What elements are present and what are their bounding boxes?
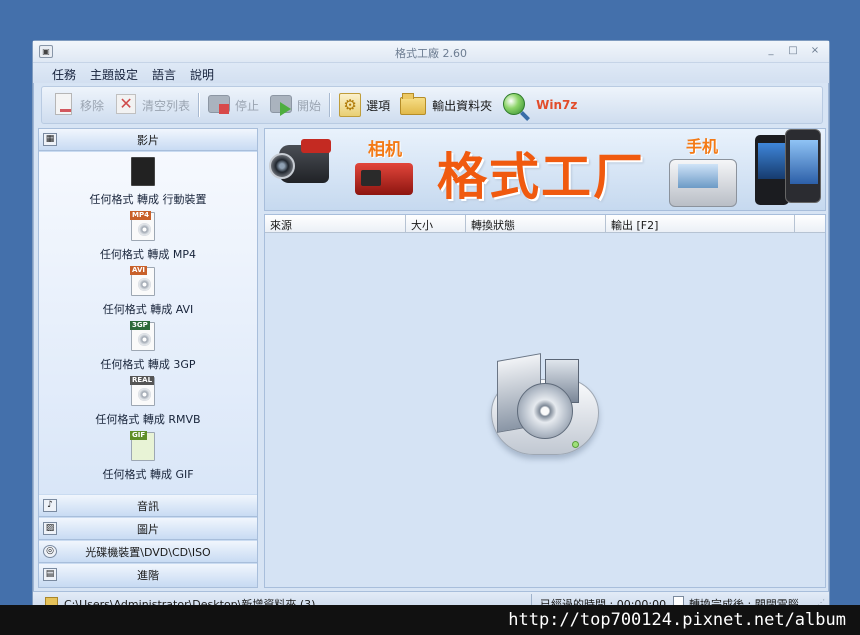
tools-icon: ▤ — [43, 568, 57, 581]
toolbar: 移除 ✕ 清空列表 停止 開始 ⚙ 選項 輸出資料夾 Win7z — [41, 86, 823, 124]
list-item-avi[interactable]: AVI 任何格式 轉成 AVI — [39, 264, 245, 319]
column-output[interactable]: 輸出 [F2] — [606, 215, 795, 233]
document-remove-icon — [52, 92, 76, 118]
toolbar-divider — [198, 93, 200, 117]
toolbar-divider — [329, 93, 331, 117]
title-bar[interactable]: ▣ 格式工廠 2.60 _ □ × — [33, 41, 829, 63]
clear-list-button[interactable]: ✕ 清空列表 — [114, 90, 190, 120]
list-item-gif[interactable]: GIF 任何格式 轉成 GIF — [39, 429, 245, 484]
list-item-mobile[interactable]: 任何格式 轉成 行動裝置 — [39, 154, 245, 209]
list-item-mp4[interactable]: MP4 任何格式 轉成 MP4 — [39, 209, 245, 264]
output-folder-button[interactable]: 輸出資料夾 — [400, 90, 492, 120]
maximize-button[interactable]: □ — [785, 43, 801, 59]
stop-label: 停止 — [235, 98, 260, 113]
menu-tasks[interactable]: 任務 — [45, 63, 83, 83]
remove-label: 移除 — [80, 98, 105, 113]
globe-search-icon — [502, 92, 532, 118]
format-factory-logo — [481, 349, 609, 465]
column-status[interactable]: 轉換狀態 — [466, 215, 606, 233]
category-image-label: 圖片 — [137, 522, 159, 536]
play-icon — [269, 92, 293, 118]
banner-phone-label: 手机 — [686, 137, 719, 156]
category-advanced[interactable]: ▤ 進階 — [39, 564, 257, 586]
category-audio-label: 音訊 — [137, 499, 159, 513]
list-item-label: 任何格式 轉成 行動裝置 — [89, 193, 207, 206]
mobile-device-icon — [131, 157, 155, 186]
banner-camera-label: 相机 — [368, 140, 402, 160]
minimize-button[interactable]: _ — [763, 43, 779, 59]
film-icon: ▦ — [43, 133, 57, 146]
3gp-file-icon: 3GP — [130, 321, 155, 351]
list-item-label: 任何格式 轉成 GIF — [102, 468, 194, 481]
task-list[interactable]: 來源 大小 轉換狀態 輸出 [F2] — [264, 214, 826, 588]
smartphone-image — [785, 129, 821, 203]
sidebar: ▦ 影片 任何格式 轉成 行動裝置 MP4 任何格式 轉成 MP4 AVI 任何… — [38, 128, 258, 588]
folder-icon — [400, 92, 428, 118]
avi-file-icon: AVI — [130, 266, 155, 296]
video-format-list: 任何格式 轉成 行動裝置 MP4 任何格式 轉成 MP4 AVI 任何格式 轉成… — [39, 152, 257, 494]
camera-image — [355, 163, 413, 195]
watermark: http://top700124.pixnet.net/album — [0, 605, 860, 635]
output-folder-label: 輸出資料夾 — [432, 98, 493, 113]
list-item-label: 任何格式 轉成 RMVB — [95, 413, 201, 426]
category-video[interactable]: ▦ 影片 — [39, 129, 257, 151]
category-audio[interactable]: ♪ 音訊 — [39, 495, 257, 517]
category-image[interactable]: ▨ 圖片 — [39, 518, 257, 540]
options-label: 選項 — [366, 98, 391, 113]
win7z-label: Win7z — [536, 98, 578, 112]
category-advanced-label: 進階 — [137, 569, 159, 582]
mp4-file-icon: MP4 — [130, 211, 155, 241]
clear-x-icon: ✕ — [114, 92, 138, 118]
remove-button[interactable]: 移除 — [52, 90, 104, 120]
category-rom[interactable]: ◎ 光碟機裝置\DVD\CD\ISO — [39, 541, 257, 563]
clear-list-label: 清空列表 — [142, 98, 191, 113]
camcorder-image — [269, 139, 345, 191]
start-button[interactable]: 開始 — [269, 90, 321, 120]
gear-icon: ⚙ — [338, 92, 362, 118]
banner: 相机 格式工厂 手机 — [264, 128, 826, 211]
column-size[interactable]: 大小 — [406, 215, 466, 233]
menu-language[interactable]: 語言 — [145, 63, 183, 83]
task-list-header: 來源 大小 轉換狀態 輸出 [F2] — [265, 215, 825, 233]
list-item-rmvb[interactable]: REAL 任何格式 轉成 RMVB — [39, 374, 245, 429]
window-title: 格式工廠 2.60 — [395, 47, 467, 60]
column-source[interactable]: 來源 — [265, 215, 406, 233]
menu-skin[interactable]: 主題設定 — [83, 63, 145, 83]
real-file-icon: REAL — [130, 376, 155, 406]
smartphone-image — [755, 135, 789, 205]
stop-icon — [207, 92, 231, 118]
music-note-icon: ♪ — [43, 499, 57, 512]
category-video-label: 影片 — [137, 133, 159, 147]
menu-bar: 任務 主題設定 語言 說明 — [33, 63, 829, 83]
list-item-3gp[interactable]: 3GP 任何格式 轉成 3GP — [39, 319, 245, 374]
stop-button[interactable]: 停止 — [207, 90, 259, 120]
list-item-label: 任何格式 轉成 MP4 — [99, 248, 197, 261]
picture-icon: ▨ — [43, 522, 57, 535]
list-item-label: 任何格式 轉成 3GP — [100, 358, 196, 371]
menu-help[interactable]: 說明 — [183, 63, 221, 83]
category-rom-label: 光碟機裝置\DVD\CD\ISO — [85, 545, 211, 559]
close-button[interactable]: × — [807, 43, 823, 59]
options-button[interactable]: ⚙ 選項 — [338, 90, 390, 120]
start-label: 開始 — [297, 98, 322, 113]
disc-icon: ◎ — [43, 545, 57, 558]
app-window: ▣ 格式工廠 2.60 _ □ × 任務 主題設定 語言 說明 移除 ✕ 清空列… — [32, 40, 830, 611]
gif-file-icon: GIF — [130, 431, 155, 461]
banner-title: 格式工厂 — [437, 148, 645, 206]
phone-image — [669, 159, 737, 207]
list-item-label: 任何格式 轉成 AVI — [102, 303, 194, 316]
win7z-button[interactable]: Win7z — [502, 90, 577, 120]
